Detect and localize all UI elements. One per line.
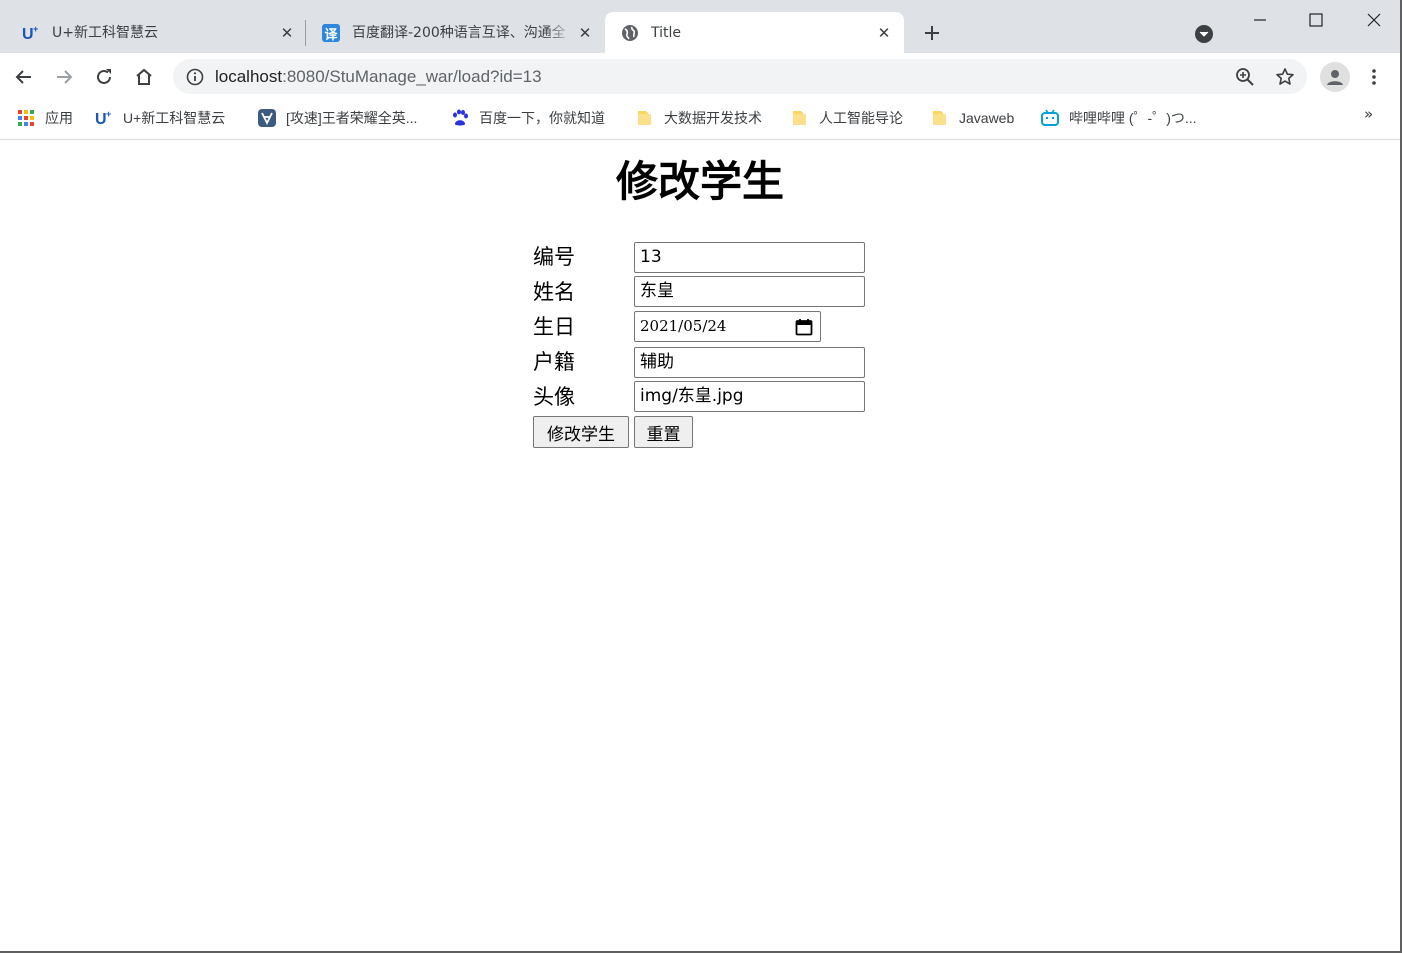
bookmark-label: Javaweb xyxy=(959,110,1015,126)
tab-title: Title xyxy=(651,25,682,41)
bookmark-label: U+新工科智慧云 xyxy=(123,110,226,126)
birthday-label: 生日 xyxy=(533,315,575,339)
profile-avatar-icon[interactable] xyxy=(1320,62,1350,92)
info-icon[interactable] xyxy=(185,67,205,87)
kebab-menu-icon[interactable] xyxy=(1362,62,1386,92)
bookmarks-overflow-chevron-icon[interactable]: » xyxy=(1364,105,1373,123)
baidu-translate-icon: 译 xyxy=(322,24,340,43)
u-plus-logo-icon: U + xyxy=(22,24,40,42)
name-label: 姓名 xyxy=(533,280,575,304)
bookmark-apps[interactable]: 应用 xyxy=(16,107,73,129)
bookmark-star-icon[interactable] xyxy=(1273,65,1297,89)
close-icon[interactable]: ✕ xyxy=(276,22,298,44)
tab-baidu-translate[interactable]: 译 百度翻译-200种语言互译、沟通全 ✕ xyxy=(306,12,604,53)
bookmark-folder-javaweb[interactable]: Javaweb xyxy=(930,107,1014,129)
tab-title: 百度翻译-200种语言互译、沟通全 xyxy=(352,25,566,41)
bookmark-label: 应用 xyxy=(45,110,73,126)
id-field[interactable]: 13 xyxy=(634,242,865,273)
minimize-icon[interactable] xyxy=(1232,0,1288,40)
bookmark-game[interactable]: [攻速]王者荣耀全英... xyxy=(257,107,417,129)
globe-icon xyxy=(621,24,639,42)
hometown-label: 户籍 xyxy=(533,350,575,374)
url-text: localhost:8080/StuManage_war/load?id=13 xyxy=(215,67,542,86)
window-close-icon[interactable] xyxy=(1346,0,1402,40)
home-icon[interactable] xyxy=(128,61,160,93)
apps-grid-icon xyxy=(16,108,36,128)
birthday-date-field[interactable]: 2021/05/24 xyxy=(634,311,821,342)
bookmark-label: 大数据开发技术 xyxy=(664,110,762,126)
calendar-icon[interactable] xyxy=(793,316,815,338)
bookmark-label: 人工智能导论 xyxy=(819,110,903,126)
hometown-field[interactable]: 辅助 xyxy=(634,347,865,378)
avatar-path-field[interactable]: img/东皇.jpg xyxy=(634,381,865,412)
folder-icon xyxy=(635,108,655,128)
bookmarks-bar: 应用 U + U+新工科智慧云 [攻速]王者荣耀全英... 百度一下，你就知道 大… xyxy=(0,100,1402,140)
svg-text:U: U xyxy=(22,26,34,42)
maximize-icon[interactable] xyxy=(1288,0,1344,40)
submit-button[interactable]: 修改学生 xyxy=(533,416,629,448)
page-title: 修改学生 xyxy=(615,157,784,206)
new-tab-button[interactable] xyxy=(918,19,946,47)
u-plus-logo-icon: U + xyxy=(94,108,114,128)
birthday-value: 2021/05/24 xyxy=(640,317,727,335)
tab-title: U+新工科智慧云 xyxy=(52,25,158,41)
zoom-icon[interactable] xyxy=(1233,65,1257,89)
svg-text:+: + xyxy=(106,109,111,119)
bookmark-label: 哔哩哔哩 (゜-゜)つ... xyxy=(1069,110,1197,126)
folder-icon xyxy=(790,108,810,128)
tab-title-active[interactable]: Title ✕ xyxy=(605,12,904,53)
svg-text:U: U xyxy=(95,111,107,127)
browser-toolbar: localhost:8080/StuManage_war/load?id=13 xyxy=(0,53,1402,100)
bookmark-folder-bigdata[interactable]: 大数据开发技术 xyxy=(635,107,762,129)
address-bar[interactable]: localhost:8080/StuManage_war/load?id=13 xyxy=(173,59,1307,94)
avatar-label: 头像 xyxy=(533,385,575,409)
reset-button[interactable]: 重置 xyxy=(634,416,693,448)
tab-uplus[interactable]: U + U+新工科智慧云 ✕ xyxy=(6,12,304,53)
folder-icon xyxy=(930,108,950,128)
forward-icon[interactable] xyxy=(48,61,80,93)
reload-icon[interactable] xyxy=(88,61,120,93)
close-icon[interactable]: ✕ xyxy=(873,22,895,44)
bookmark-folder-ai[interactable]: 人工智能导论 xyxy=(790,107,903,129)
game-site-icon xyxy=(257,108,277,128)
bookmark-baidu[interactable]: 百度一下，你就知道 xyxy=(450,107,605,129)
id-label: 编号 xyxy=(533,245,575,269)
name-field[interactable]: 东皇 xyxy=(634,276,865,307)
baidu-paw-icon xyxy=(450,108,470,128)
bookmark-uplus[interactable]: U + U+新工科智慧云 xyxy=(94,107,225,129)
bilibili-icon xyxy=(1040,108,1060,128)
tab-search-icon[interactable] xyxy=(1192,22,1216,46)
tab-strip: U + U+新工科智慧云 ✕ 译 百度翻译-200种语言互译、沟通全 ✕ Titl… xyxy=(0,0,1402,53)
bookmark-label: [攻速]王者荣耀全英... xyxy=(286,110,418,126)
svg-text:+: + xyxy=(33,24,38,34)
bookmark-bilibili[interactable]: 哔哩哔哩 (゜-゜)つ... xyxy=(1040,107,1197,129)
bookmark-label: 百度一下，你就知道 xyxy=(479,110,605,126)
back-icon[interactable] xyxy=(8,61,40,93)
close-icon[interactable]: ✕ xyxy=(574,22,596,44)
